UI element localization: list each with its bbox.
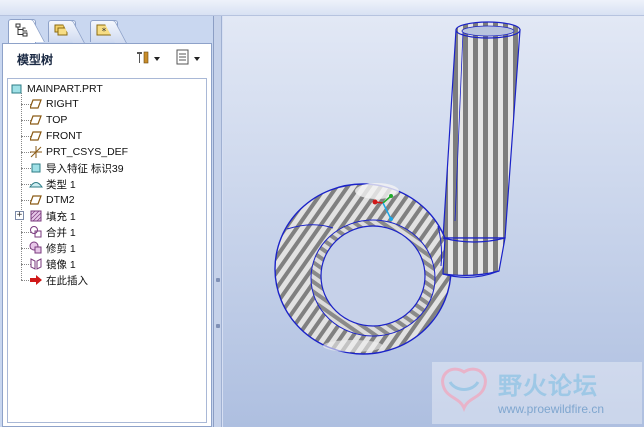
tree-item-top[interactable]: TOP (29, 112, 67, 128)
tree-item-trim[interactable]: 修剪 1 (29, 240, 76, 256)
tab-favorites[interactable]: * (90, 20, 127, 43)
model-tree-panel: 模型树 MAINPART.PRT RIGHT TOP FRONT PRT_CSY… (2, 43, 212, 427)
tree-item-label: 导入特征 标识39 (46, 162, 124, 175)
tree-item-label: 镜像 1 (46, 258, 76, 271)
tree-item-csys[interactable]: PRT_CSYS_DEF (29, 144, 128, 160)
forum-logo-icon (441, 367, 487, 413)
panel-splitter[interactable] (214, 16, 222, 427)
show-button[interactable] (175, 49, 200, 69)
chevron-down-icon (194, 57, 200, 61)
tree-item-label: 合并 1 (46, 226, 76, 239)
datum-plane-icon (29, 113, 43, 127)
tree-item-label: 修剪 1 (46, 242, 76, 255)
tab-folder-browser[interactable] (48, 20, 85, 43)
fill-surface-icon (29, 209, 43, 223)
tree-item-label: TOP (46, 114, 68, 126)
tree-item-type[interactable]: 类型 1 (29, 176, 76, 192)
import-feature-icon (29, 161, 43, 175)
watermark-url: www.proewildfire.cn (498, 402, 605, 416)
settings-tools-icon (135, 49, 151, 69)
datum-plane-icon (29, 193, 43, 207)
tree-item-fill[interactable]: 填充 1 (29, 208, 76, 224)
type-feature-icon (29, 177, 43, 191)
trim-icon (29, 241, 43, 255)
tree-root[interactable]: MAINPART.PRT (10, 81, 103, 97)
model-tree-header: 模型树 (3, 44, 211, 74)
tree-guide-line (21, 93, 22, 280)
tree-item-dtm2[interactable]: DTM2 (29, 192, 75, 208)
tree-item-label: RIGHT (46, 98, 79, 110)
tree-item-label: 类型 1 (46, 178, 76, 191)
part-icon (10, 82, 24, 96)
tree-item-front[interactable]: FRONT (29, 128, 82, 144)
pipe-body (442, 21, 521, 239)
panel-title: 模型树 (17, 52, 54, 67)
svg-text:*: * (102, 27, 107, 37)
tree-item-label: FRONT (46, 130, 83, 142)
mirror-icon (29, 257, 43, 271)
tree-root-label: MAINPART.PRT (27, 83, 103, 95)
tree-item-merge[interactable]: 合并 1 (29, 224, 76, 240)
tree-item-right[interactable]: RIGHT (29, 96, 79, 112)
chevron-down-icon (154, 57, 160, 61)
tab-model-tree[interactable] (8, 19, 45, 43)
model-tree: MAINPART.PRT RIGHT TOP FRONT PRT_CSYS_DE… (7, 78, 207, 423)
merge-icon (29, 225, 43, 239)
watermark-title: 野火论坛 (498, 372, 598, 400)
tree-item-label: 填充 1 (46, 210, 76, 223)
navigator-panel: * 模型树 MAINPART.PRT RIGHT TOP FRONT PRT_C… (0, 16, 214, 427)
show-list-icon (175, 49, 191, 69)
insert-here-arrow-icon (29, 273, 43, 287)
datum-plane-icon (29, 129, 43, 143)
tree-item-label: 在此插入 (46, 274, 88, 287)
expand-toggle[interactable]: + (15, 211, 24, 220)
navigator-tabs: * (2, 18, 212, 44)
tree-item-label: PRT_CSYS_DEF (46, 146, 129, 158)
tree-item-import-feature[interactable]: 导入特征 标识39 (29, 160, 124, 176)
splitter-grip (216, 324, 220, 328)
forum-watermark: 野火论坛 www.proewildfire.cn (432, 362, 642, 424)
splitter-grip (216, 278, 220, 282)
settings-button[interactable] (135, 51, 160, 67)
csys-icon (29, 145, 43, 159)
tree-item-label: DTM2 (46, 194, 75, 206)
top-toolbar-strip (0, 0, 644, 16)
tree-item-insert-here[interactable]: 在此插入 (29, 272, 88, 288)
datum-plane-icon (29, 97, 43, 111)
tree-item-mirror[interactable]: 镜像 1 (29, 256, 76, 272)
